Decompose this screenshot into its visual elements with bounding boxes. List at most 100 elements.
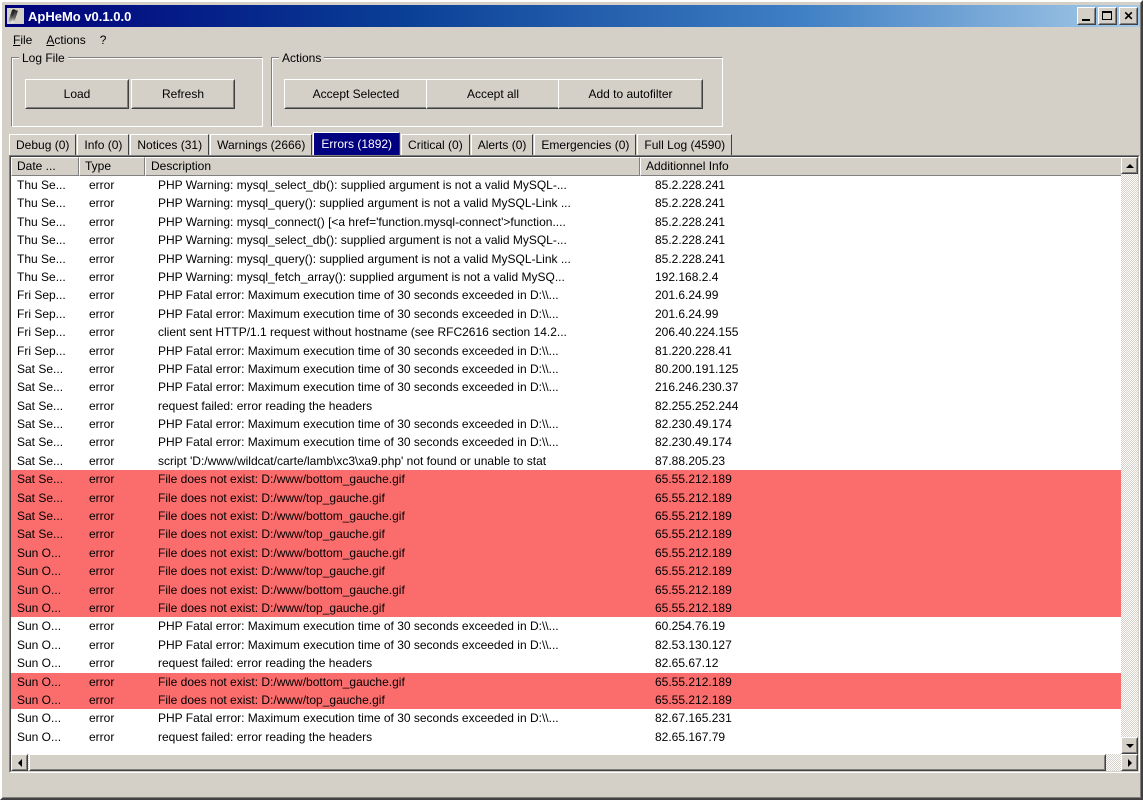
row-cell-type: error <box>79 673 151 691</box>
window-title: ApHeMo v0.1.0.0 <box>28 9 131 24</box>
table-row[interactable]: Sun O...errorFile does not exist: D:/www… <box>11 581 1122 599</box>
table-row[interactable]: Sun O...errorFile does not exist: D:/www… <box>11 544 1122 562</box>
table-row[interactable]: Sat Se...errorFile does not exist: D:/ww… <box>11 470 1122 488</box>
row-cell-type: error <box>79 525 151 543</box>
horizontal-scrollbar-thumb[interactable] <box>29 754 1106 771</box>
row-cell-info: 80.200.191.125 <box>648 360 1122 378</box>
row-cell-info: 85.2.228.241 <box>648 213 1122 231</box>
table-row[interactable]: Sat Se...errorPHP Fatal error: Maximum e… <box>11 378 1122 396</box>
row-cell-description: script 'D:/www/wildcat/carte/lamb\xc3\xa… <box>151 452 648 470</box>
window-controls: ✕ <box>1077 7 1138 25</box>
table-row[interactable]: Fri Sep...errorPHP Fatal error: Maximum … <box>11 305 1122 323</box>
table-row[interactable]: Sat Se...errorscript 'D:/www/wildcat/car… <box>11 452 1122 470</box>
row-cell-description: PHP Warning: mysql_fetch_array(): suppli… <box>151 268 648 286</box>
row-cell-info: 81.220.228.41 <box>648 342 1122 360</box>
table-row[interactable]: Sun O...errorFile does not exist: D:/www… <box>11 673 1122 691</box>
title-bar[interactable]: ApHeMo v0.1.0.0 ✕ <box>5 5 1140 27</box>
table-row[interactable]: Thu Se...errorPHP Warning: mysql_select_… <box>11 176 1122 194</box>
tab-critical[interactable]: Critical (0) <box>401 134 470 155</box>
column-header-additionnel-info[interactable]: Additionnel Info <box>640 157 1122 176</box>
refresh-button[interactable]: Refresh <box>131 79 235 109</box>
row-cell-type: error <box>79 378 151 396</box>
table-row[interactable]: Fri Sep...errorPHP Fatal error: Maximum … <box>11 342 1122 360</box>
scroll-down-arrow-icon[interactable] <box>1121 737 1138 754</box>
table-row[interactable]: Sat Se...errorFile does not exist: D:/ww… <box>11 489 1122 507</box>
row-cell-description: PHP Fatal error: Maximum execution time … <box>151 415 648 433</box>
tab-notices[interactable]: Notices (31) <box>130 134 209 155</box>
menu-item-actions[interactable]: Actions <box>39 31 92 49</box>
scroll-right-arrow-icon[interactable] <box>1121 754 1138 771</box>
row-cell-type: error <box>79 728 151 746</box>
close-button[interactable]: ✕ <box>1119 7 1138 25</box>
maximize-button[interactable] <box>1098 7 1117 25</box>
tab-fulllog[interactable]: Full Log (4590) <box>637 134 732 155</box>
column-header-date[interactable]: Date ... <box>11 157 79 176</box>
table-row[interactable]: Sun O...errorFile does not exist: D:/www… <box>11 691 1122 709</box>
row-cell-date: Sun O... <box>11 673 79 691</box>
row-cell-type: error <box>79 470 151 488</box>
tab-debug[interactable]: Debug (0) <box>9 134 76 155</box>
table-row[interactable]: Sun O...errorrequest failed: error readi… <box>11 728 1122 746</box>
row-cell-date: Thu Se... <box>11 176 79 194</box>
column-header-type[interactable]: Type <box>79 157 145 176</box>
table-row[interactable]: Sat Se...errorPHP Fatal error: Maximum e… <box>11 415 1122 433</box>
scroll-left-arrow-icon[interactable] <box>11 754 28 771</box>
add-to-autofilter-button[interactable]: Add to autofilter <box>558 79 703 109</box>
row-cell-info: 201.6.24.99 <box>648 286 1122 304</box>
table-row[interactable]: Sun O...errorPHP Fatal error: Maximum ex… <box>11 709 1122 727</box>
accept-all-button[interactable]: Accept all <box>426 79 560 109</box>
row-cell-date: Sat Se... <box>11 433 79 451</box>
minimize-button[interactable] <box>1077 7 1096 25</box>
add-to-autofilter-button-label: Add to autofilter <box>559 80 702 108</box>
table-row[interactable]: Sun O...errorPHP Fatal error: Maximum ex… <box>11 617 1122 635</box>
menu-item-help[interactable]: ? <box>93 31 114 49</box>
table-row[interactable]: Sat Se...errorrequest failed: error read… <box>11 397 1122 415</box>
vertical-scrollbar[interactable] <box>1121 157 1138 754</box>
table-row[interactable]: Thu Se...errorPHP Warning: mysql_select_… <box>11 231 1122 249</box>
tab-emergencies[interactable]: Emergencies (0) <box>534 134 636 155</box>
row-cell-info: 85.2.228.241 <box>648 231 1122 249</box>
table-row[interactable]: Thu Se...errorPHP Warning: mysql_connect… <box>11 213 1122 231</box>
row-cell-description: File does not exist: D:/www/bottom_gauch… <box>151 544 648 562</box>
row-cell-date: Thu Se... <box>11 231 79 249</box>
table-row[interactable]: Sun O...errorrequest failed: error readi… <box>11 654 1122 672</box>
row-cell-info: 65.55.212.189 <box>648 544 1122 562</box>
scroll-up-arrow-icon[interactable] <box>1121 157 1138 174</box>
table-row[interactable]: Sat Se...errorFile does not exist: D:/ww… <box>11 507 1122 525</box>
table-row[interactable]: Fri Sep...errorPHP Fatal error: Maximum … <box>11 286 1122 304</box>
row-cell-type: error <box>79 194 151 212</box>
accept-selected-button[interactable]: Accept Selected <box>284 79 428 109</box>
vertical-scrollbar-track[interactable] <box>1121 174 1138 737</box>
row-cell-date: Sat Se... <box>11 525 79 543</box>
row-cell-info: 60.254.76.19 <box>648 617 1122 635</box>
column-header-description[interactable]: Description <box>145 157 640 176</box>
tab-warnings[interactable]: Warnings (2666) <box>210 134 312 155</box>
tab-info[interactable]: Info (0) <box>77 134 129 155</box>
row-cell-type: error <box>79 544 151 562</box>
row-cell-description: File does not exist: D:/www/top_gauche.g… <box>151 599 648 617</box>
horizontal-scrollbar[interactable] <box>11 754 1138 771</box>
table-row[interactable]: Thu Se...errorPHP Warning: mysql_query()… <box>11 250 1122 268</box>
row-cell-description: PHP Fatal error: Maximum execution time … <box>151 360 648 378</box>
table-row[interactable]: Sun O...errorPHP Fatal error: Maximum ex… <box>11 636 1122 654</box>
table-row[interactable]: Sun O...errorFile does not exist: D:/www… <box>11 599 1122 617</box>
table-row[interactable]: Thu Se...errorPHP Warning: mysql_fetch_a… <box>11 268 1122 286</box>
row-cell-type: error <box>79 176 151 194</box>
table-row[interactable]: Sat Se...errorPHP Fatal error: Maximum e… <box>11 433 1122 451</box>
table-row[interactable]: Sat Se...errorPHP Fatal error: Maximum e… <box>11 360 1122 378</box>
quill-icon <box>7 8 24 24</box>
row-cell-date: Thu Se... <box>11 250 79 268</box>
menu-item-file[interactable]: File <box>6 31 39 49</box>
table-row[interactable]: Sun O...errorFile does not exist: D:/www… <box>11 562 1122 580</box>
table-row[interactable]: Thu Se...errorPHP Warning: mysql_query()… <box>11 194 1122 212</box>
table-row[interactable]: Fri Sep...errorclient sent HTTP/1.1 requ… <box>11 323 1122 341</box>
row-cell-date: Sat Se... <box>11 452 79 470</box>
table-row[interactable]: Sat Se...errorFile does not exist: D:/ww… <box>11 525 1122 543</box>
row-cell-info: 206.40.224.155 <box>648 323 1122 341</box>
row-cell-info: 201.6.24.99 <box>648 305 1122 323</box>
row-cell-date: Sat Se... <box>11 397 79 415</box>
tab-alerts[interactable]: Alerts (0) <box>471 134 534 155</box>
row-cell-date: Sat Se... <box>11 489 79 507</box>
load-button[interactable]: Load <box>25 79 129 109</box>
tab-errors[interactable]: Errors (1892) <box>313 132 400 155</box>
